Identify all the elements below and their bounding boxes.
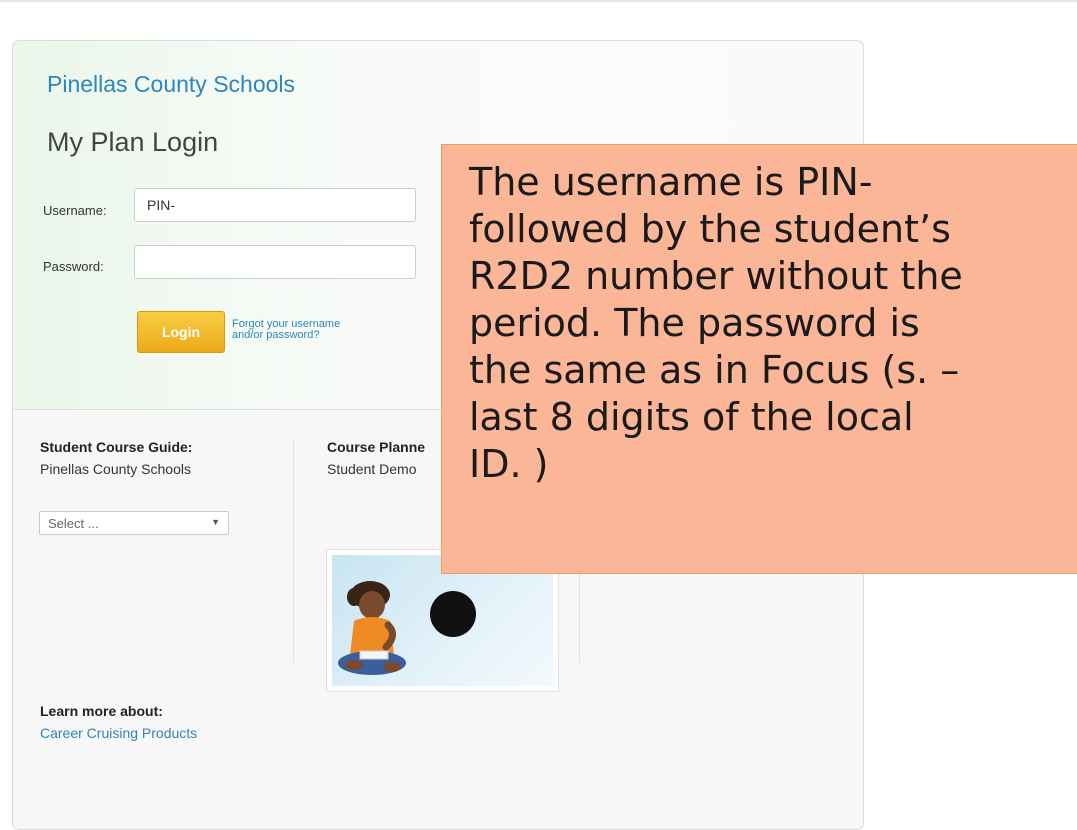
select-value: Select ...	[48, 516, 99, 531]
instruction-callout: The username is PIN- followed by the stu…	[441, 144, 1077, 574]
course-planner-title: Course Planne	[327, 439, 426, 455]
username-input[interactable]	[134, 188, 416, 222]
course-guide-school: Pinellas County Schools	[40, 461, 191, 477]
forgot-password-link[interactable]: Forgot your username and/or password?	[232, 319, 362, 341]
student-image	[332, 555, 553, 686]
login-button[interactable]: Login	[137, 311, 225, 353]
username-label: Username:	[43, 203, 107, 218]
play-icon[interactable]	[430, 591, 476, 637]
page-title: My Plan Login	[47, 127, 219, 157]
top-divider	[0, 0, 1077, 2]
password-label: Password:	[43, 259, 104, 274]
course-guide-select[interactable]: Select ... ▼	[39, 511, 229, 535]
callout-text: The username is PIN- followed by the stu…	[469, 160, 963, 486]
course-guide-title: Student Course Guide:	[40, 439, 193, 455]
column-divider	[293, 439, 294, 663]
learn-more-title: Learn more about:	[40, 703, 163, 719]
password-input[interactable]	[134, 245, 416, 279]
course-planner-subtitle: Student Demo	[327, 461, 417, 477]
chevron-down-icon: ▼	[211, 517, 220, 527]
career-cruising-link[interactable]: Career Cruising Products	[40, 725, 197, 741]
school-name: Pinellas County Schools	[47, 71, 296, 97]
